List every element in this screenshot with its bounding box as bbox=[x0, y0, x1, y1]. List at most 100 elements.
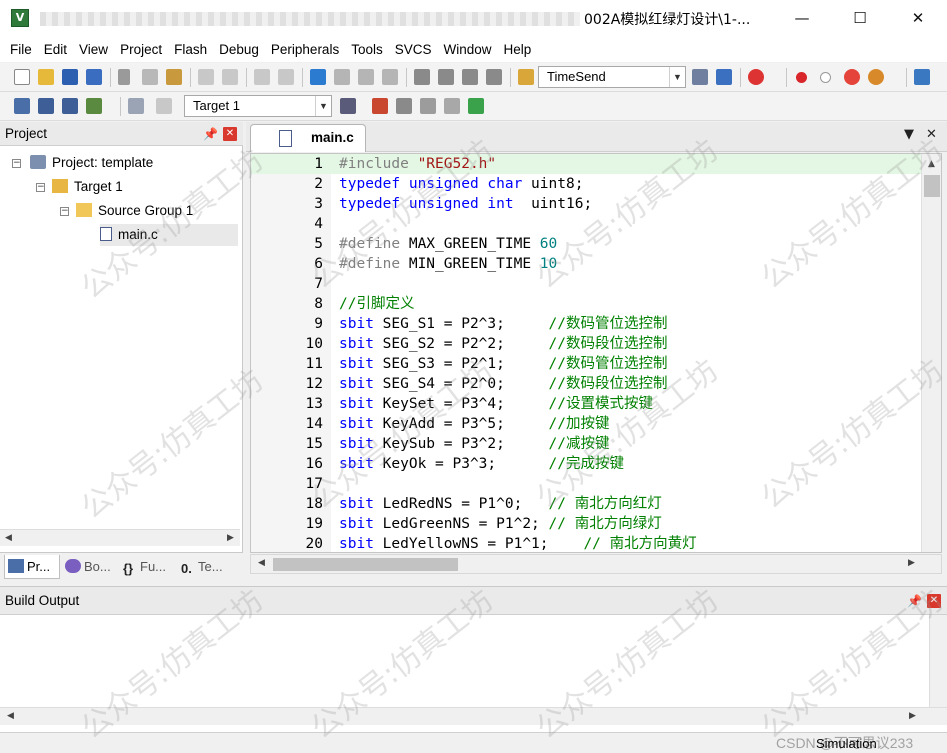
navigate-forward-icon[interactable] bbox=[278, 69, 294, 85]
code-line[interactable]: 4 bbox=[251, 214, 921, 234]
code-line[interactable]: 8 //引脚定义 bbox=[251, 294, 921, 314]
find-icon[interactable] bbox=[692, 69, 708, 85]
tab-main-c[interactable]: main.c bbox=[250, 124, 366, 152]
select-pack-icon[interactable] bbox=[444, 98, 460, 114]
tab-templates[interactable]: 0. Te... bbox=[178, 555, 234, 579]
load-icon[interactable] bbox=[156, 98, 172, 114]
close-button[interactable]: ✕ bbox=[889, 0, 947, 38]
paste-icon[interactable] bbox=[166, 69, 182, 85]
tree-item-source-group[interactable]: Source Group 1 bbox=[76, 200, 193, 222]
disable-breakpoint-icon[interactable] bbox=[820, 72, 831, 83]
tab-list-dropdown-icon[interactable]: ▼ bbox=[904, 127, 914, 142]
tree-item-main-c[interactable]: main.c bbox=[100, 224, 238, 246]
new-file-icon[interactable] bbox=[14, 69, 30, 85]
menu-view[interactable]: View bbox=[73, 38, 114, 62]
code-line[interactable]: 5 #define MAX_GREEN_TIME 60 bbox=[251, 234, 921, 254]
code-line[interactable]: 11 sbit SEG_S3 = P2^1; //数码管位选控制 bbox=[251, 354, 921, 374]
build-output-horizontal-scrollbar[interactable]: ◀ ▶ bbox=[0, 707, 947, 725]
indent-icon[interactable] bbox=[414, 69, 430, 85]
project-horizontal-scrollbar[interactable]: ◀ ▶ bbox=[0, 529, 240, 546]
download-icon[interactable] bbox=[128, 98, 144, 114]
scroll-right-icon[interactable]: ▶ bbox=[222, 530, 239, 547]
debug-session-icon[interactable] bbox=[748, 69, 764, 85]
scroll-left-icon[interactable]: ◀ bbox=[0, 530, 17, 547]
incremental-find-icon[interactable] bbox=[716, 69, 732, 85]
code-line[interactable]: 20 sbit LedYellowNS = P1^1; // 南北方向黄灯 bbox=[251, 534, 921, 552]
tab-functions[interactable]: {} Fu... bbox=[120, 555, 176, 579]
menu-flash[interactable]: Flash bbox=[168, 38, 213, 62]
pin-icon[interactable]: 📌 bbox=[907, 587, 922, 615]
collapse-icon[interactable]: − bbox=[36, 183, 45, 192]
copy-icon[interactable] bbox=[142, 69, 158, 85]
chevron-down-icon[interactable]: ▼ bbox=[669, 67, 685, 87]
uncomment-icon[interactable] bbox=[486, 69, 502, 85]
kill-all-breakpoints-icon[interactable] bbox=[868, 69, 884, 85]
code-line[interactable]: 13 sbit KeySet = P3^4; //设置模式按键 bbox=[251, 394, 921, 414]
chevron-down-icon[interactable]: ▼ bbox=[315, 96, 331, 116]
code-line[interactable]: 16 sbit KeyOk = P3^3; //完成按键 bbox=[251, 454, 921, 474]
scroll-left-icon[interactable]: ◀ bbox=[253, 555, 270, 572]
minimize-button[interactable]: — bbox=[773, 0, 831, 38]
tree-item-project[interactable]: Project: template bbox=[30, 152, 153, 174]
clear-bookmarks-icon[interactable] bbox=[382, 69, 398, 85]
code-line[interactable]: 6 #define MIN_GREEN_TIME 10 bbox=[251, 254, 921, 274]
code-line[interactable]: 18 sbit LedRedNS = P1^0; // 南北方向红灯 bbox=[251, 494, 921, 514]
close-icon[interactable]: ✕ bbox=[927, 594, 941, 608]
redo-icon[interactable] bbox=[222, 69, 238, 85]
menu-svcs[interactable]: SVCS bbox=[389, 38, 438, 62]
scroll-up-icon[interactable]: ▲ bbox=[923, 156, 940, 173]
code-line[interactable]: 2 typedef unsigned char uint8; bbox=[251, 174, 921, 194]
maximize-button[interactable]: ☐ bbox=[831, 0, 889, 38]
scroll-thumb[interactable] bbox=[924, 175, 940, 197]
code-line[interactable]: 19 sbit LedGreenNS = P1^2; // 南北方向绿灯 bbox=[251, 514, 921, 534]
code-line[interactable]: 3 typedef unsigned int uint16; bbox=[251, 194, 921, 214]
scroll-thumb[interactable] bbox=[273, 558, 458, 571]
code-line[interactable]: 14 sbit KeyAdd = P3^5; //加按键 bbox=[251, 414, 921, 434]
scroll-left-icon[interactable]: ◀ bbox=[2, 708, 19, 725]
file-extensions-icon[interactable] bbox=[396, 98, 412, 114]
code-line[interactable]: 15 sbit KeySub = P3^2; //减按键 bbox=[251, 434, 921, 454]
translate-icon[interactable] bbox=[14, 98, 30, 114]
code-line[interactable]: 1 #include "REG52.h" bbox=[251, 154, 921, 174]
menu-tools[interactable]: Tools bbox=[345, 38, 389, 62]
build-icon[interactable] bbox=[38, 98, 54, 114]
code-line[interactable]: 10 sbit SEG_S2 = P2^2; //数码段位选控制 bbox=[251, 334, 921, 354]
close-tab-icon[interactable]: ✕ bbox=[926, 127, 937, 142]
find-in-files-icon[interactable] bbox=[518, 69, 534, 85]
rebuild-icon[interactable] bbox=[62, 98, 78, 114]
insert-breakpoint-icon[interactable] bbox=[796, 72, 807, 83]
code-line[interactable]: 12 sbit SEG_S4 = P2^0; //数码段位选控制 bbox=[251, 374, 921, 394]
code-editor[interactable]: 1 #include "REG52.h" 2 typedef unsigned cha… bbox=[250, 153, 942, 553]
manage-components-icon[interactable] bbox=[372, 98, 388, 114]
run-time-environment-icon[interactable] bbox=[468, 98, 484, 114]
batch-build-icon[interactable] bbox=[86, 98, 102, 114]
manage-packs-icon[interactable] bbox=[420, 98, 436, 114]
editor-vertical-scrollbar[interactable]: ▲ bbox=[921, 154, 941, 552]
code-line[interactable]: 7 bbox=[251, 274, 921, 294]
menu-peripherals[interactable]: Peripherals bbox=[265, 38, 345, 62]
prev-bookmark-icon[interactable] bbox=[334, 69, 350, 85]
next-bookmark-icon[interactable] bbox=[358, 69, 374, 85]
tab-project[interactable]: Pr... bbox=[4, 555, 60, 579]
save-icon[interactable] bbox=[62, 69, 78, 85]
scroll-right-icon[interactable]: ▶ bbox=[903, 555, 920, 572]
target-options-icon[interactable] bbox=[340, 98, 356, 114]
pin-icon[interactable]: 📌 bbox=[203, 122, 218, 146]
undo-icon[interactable] bbox=[198, 69, 214, 85]
unindent-icon[interactable] bbox=[438, 69, 454, 85]
comment-icon[interactable] bbox=[462, 69, 478, 85]
collapse-icon[interactable]: − bbox=[12, 159, 21, 168]
menu-debug[interactable]: Debug bbox=[213, 38, 265, 62]
window-layout-icon[interactable] bbox=[914, 69, 930, 85]
save-all-icon[interactable] bbox=[86, 69, 102, 85]
tab-books[interactable]: Bo... bbox=[62, 555, 118, 579]
menu-edit[interactable]: Edit bbox=[38, 38, 73, 62]
code-line[interactable]: 17 bbox=[251, 474, 921, 494]
cut-icon[interactable] bbox=[118, 69, 130, 85]
code-line[interactable]: 9 sbit SEG_S1 = P2^3; //数码管位选控制 bbox=[251, 314, 921, 334]
find-combo[interactable]: TimeSend ▼ bbox=[538, 66, 686, 88]
menu-help[interactable]: Help bbox=[498, 38, 538, 62]
close-icon[interactable]: ✕ bbox=[223, 127, 237, 141]
scroll-right-icon[interactable]: ▶ bbox=[904, 708, 921, 725]
bookmark-icon[interactable] bbox=[310, 69, 326, 85]
